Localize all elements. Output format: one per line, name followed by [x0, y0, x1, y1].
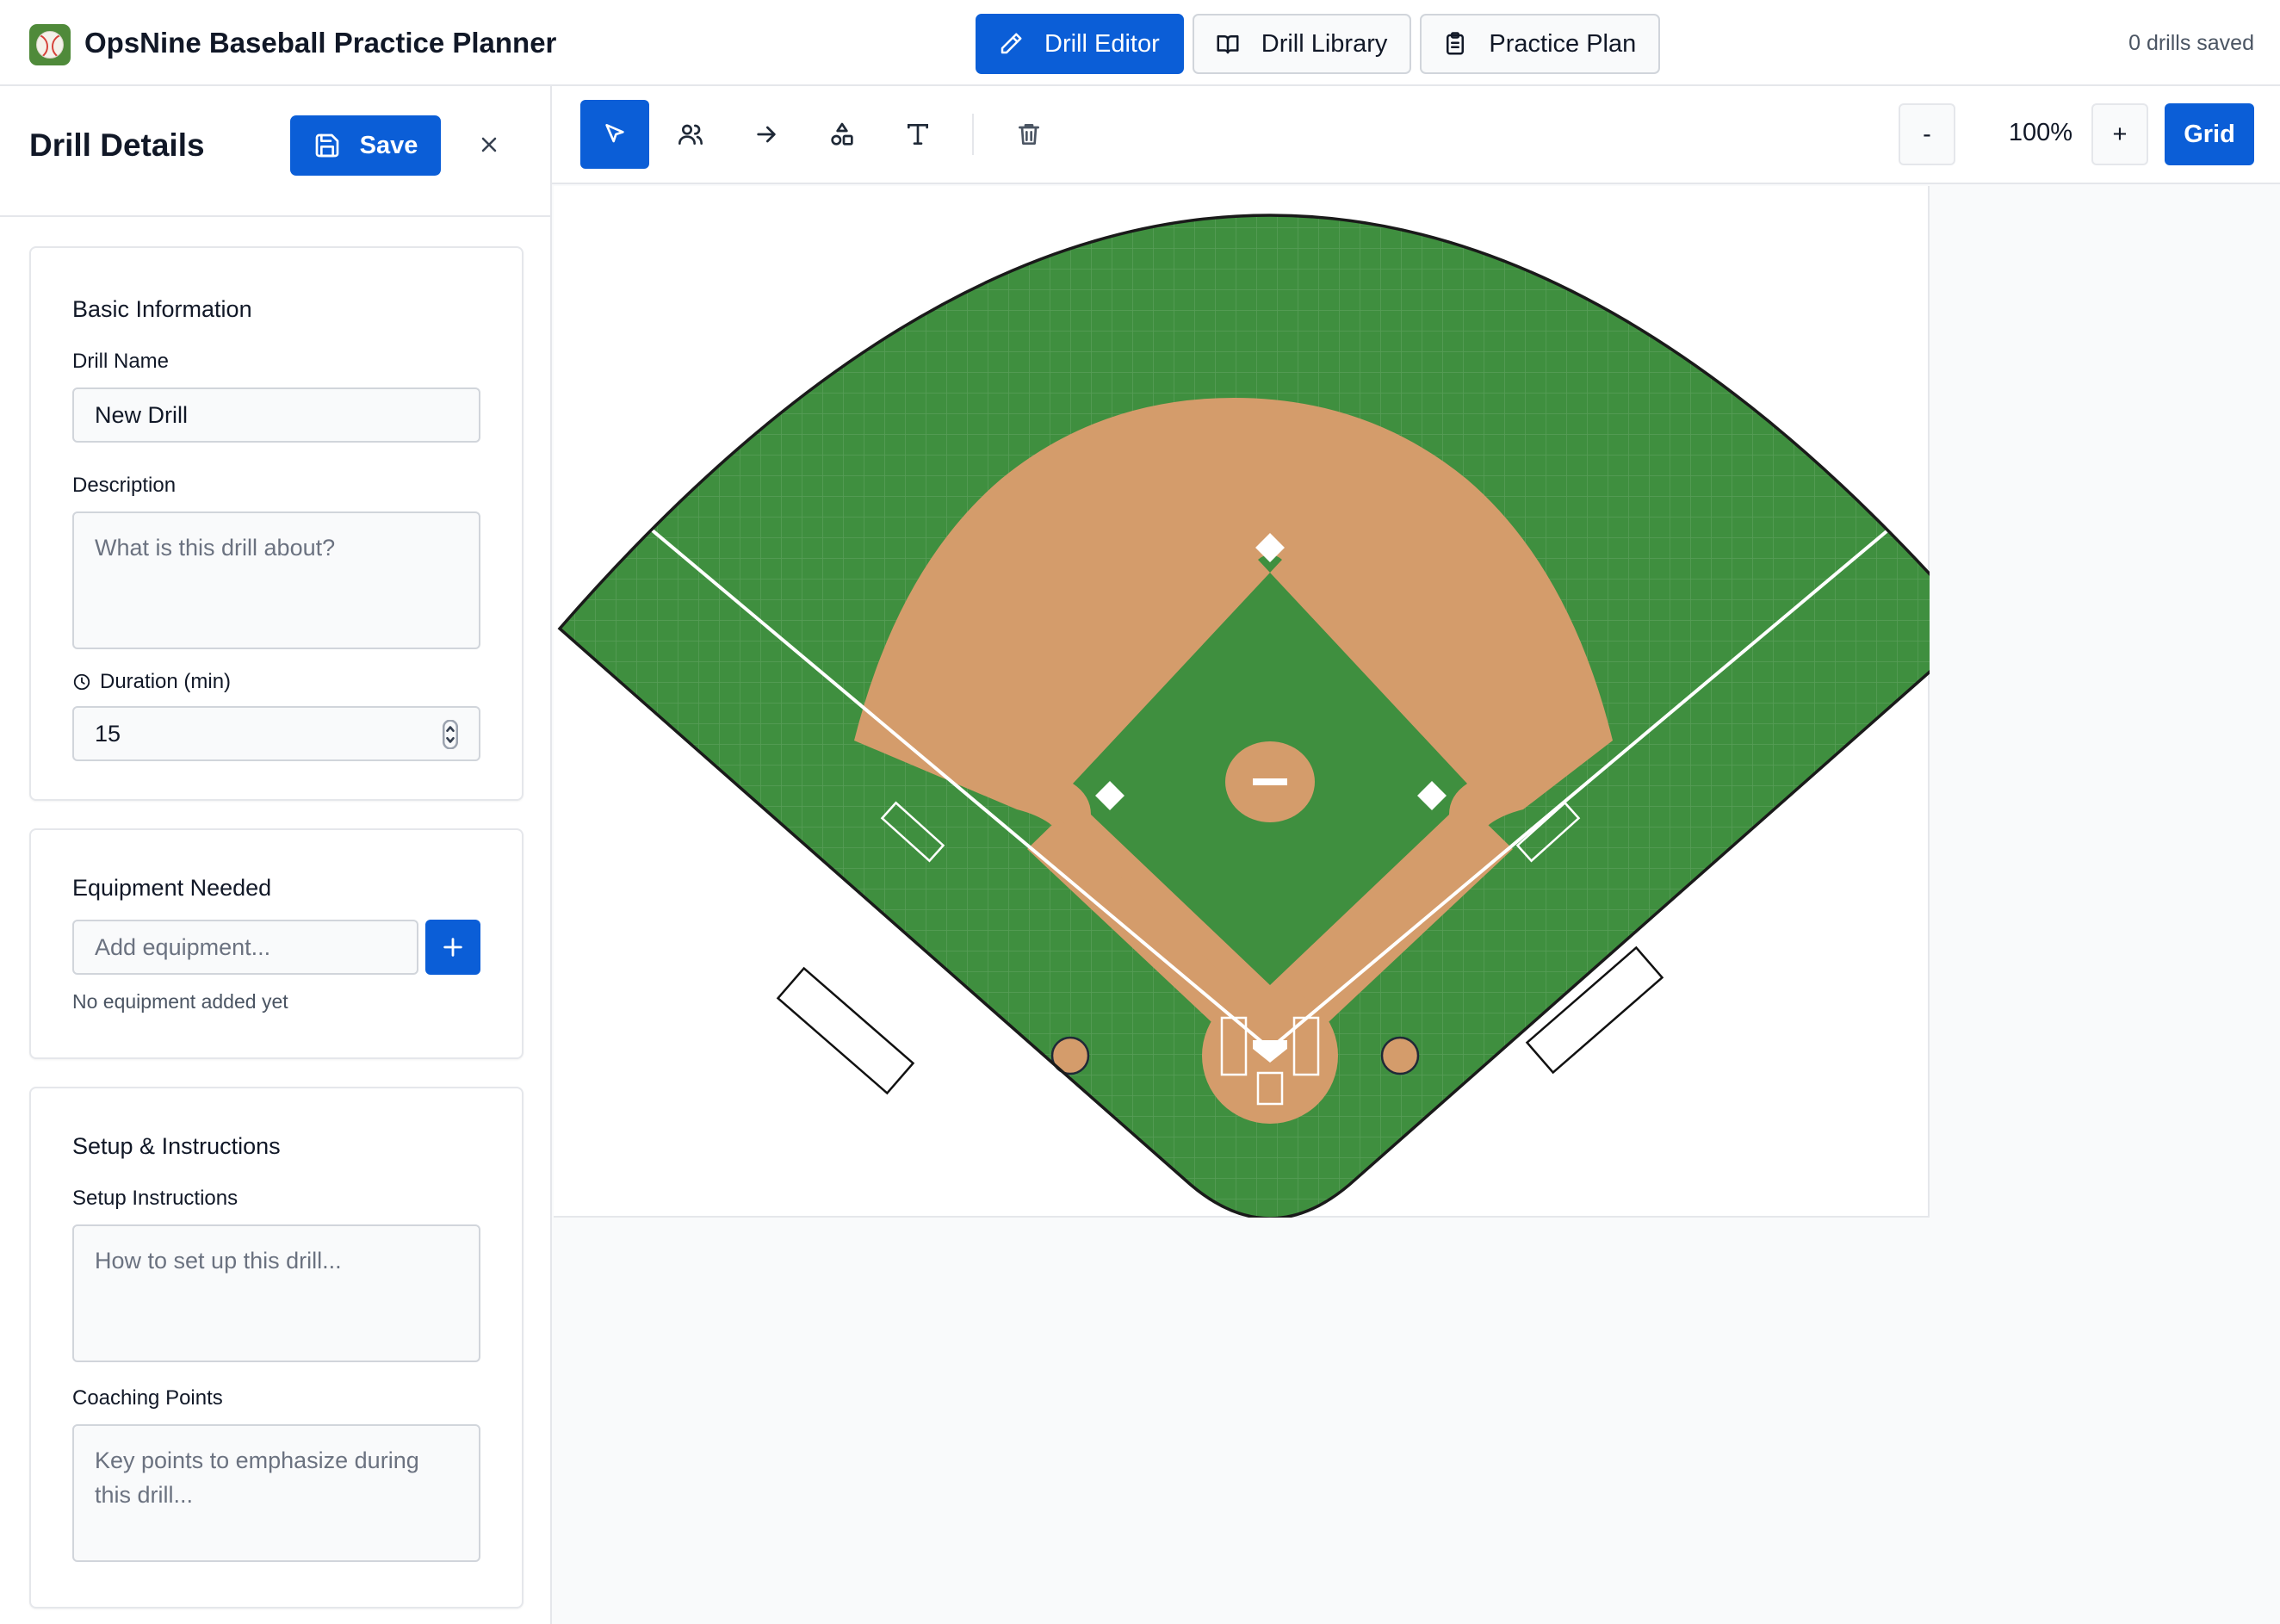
description-textarea[interactable]: What is this drill about?: [72, 511, 480, 649]
drill-details-sidebar: Drill Details Save Basic Information Dri…: [0, 86, 552, 1624]
zoom-in-button[interactable]: +: [2091, 103, 2148, 165]
delete-tool-button[interactable]: [994, 100, 1063, 169]
close-sidebar-button[interactable]: [472, 127, 506, 162]
drill-name-input[interactable]: New Drill: [72, 387, 480, 443]
duration-label: Duration (min): [100, 670, 232, 693]
duration-value: 15: [95, 720, 121, 747]
tab-drill-library-label: Drill Library: [1261, 29, 1388, 58]
duration-input[interactable]: 15: [72, 706, 480, 761]
coaching-points-textarea[interactable]: Key points to emphasize during this dril…: [72, 1424, 480, 1562]
shapes-tool-button[interactable]: [808, 100, 877, 169]
sidebar-header: Drill Details Save: [0, 86, 550, 217]
users-icon: [678, 124, 703, 145]
cursor-pointer-icon: [605, 124, 624, 143]
setup-instructions-placeholder: How to set up this drill...: [95, 1248, 342, 1274]
sidebar-title: Drill Details: [29, 127, 205, 163]
third-base-dugout: [776, 966, 915, 1095]
pitchers-rubber: [1253, 778, 1287, 785]
drill-name-label: Drill Name: [72, 350, 170, 373]
setup-instructions-textarea[interactable]: How to set up this drill...: [72, 1224, 480, 1362]
drill-name-value: New Drill: [95, 401, 188, 428]
coaching-points-label: Coaching Points: [72, 1386, 223, 1410]
description-placeholder: What is this drill about?: [95, 535, 336, 561]
close-icon: [481, 137, 497, 152]
grid-toggle-button[interactable]: Grid: [2165, 103, 2254, 165]
players-tool-button[interactable]: [656, 100, 725, 169]
setup-instructions-title: Setup & Instructions: [72, 1133, 281, 1159]
save-icon: [315, 133, 338, 158]
add-equipment-placeholder: Add equipment...: [95, 933, 271, 960]
number-stepper-icon[interactable]: [443, 720, 458, 749]
tab-practice-plan-label: Practice Plan: [1489, 29, 1637, 58]
arrow-tool-button[interactable]: [732, 100, 801, 169]
arrow-right-icon: [757, 126, 776, 143]
trash-icon: [1019, 124, 1039, 145]
pencil-icon: [1001, 33, 1022, 54]
save-button-label: Save: [359, 131, 418, 159]
equipment-title: Equipment Needed: [72, 875, 272, 901]
text-tool-button[interactable]: [883, 100, 952, 169]
toolbar-divider: [972, 114, 974, 155]
save-button[interactable]: Save: [290, 115, 441, 176]
zoom-out-button[interactable]: -: [1899, 103, 1955, 165]
add-equipment-input[interactable]: Add equipment...: [72, 920, 418, 975]
basic-information-card: Basic Information Drill Name New Drill D…: [29, 246, 524, 801]
plus-icon: [443, 938, 462, 957]
select-tool-button[interactable]: [580, 100, 649, 169]
tab-drill-editor-label: Drill Editor: [1044, 29, 1160, 58]
tab-drill-library[interactable]: Drill Library: [1192, 14, 1412, 74]
equipment-empty-note: No equipment added yet: [72, 990, 288, 1013]
coaching-points-placeholder: Key points to emphasize during this dril…: [95, 1447, 419, 1508]
app-title: OpsNine Baseball Practice Planner: [84, 27, 557, 59]
duration-label-row: Duration (min): [72, 670, 231, 694]
setup-instructions-label: Setup Instructions: [72, 1187, 239, 1210]
shapes-icon: [831, 122, 853, 146]
baseball-field-diagram: [557, 214, 1930, 1218]
main-tabs: Drill Editor Drill Library Practice Plan: [976, 14, 1661, 74]
basic-information-title: Basic Information: [72, 296, 252, 322]
book-icon: [1217, 35, 1239, 54]
drill-canvas[interactable]: [554, 186, 1930, 1218]
tab-practice-plan[interactable]: Practice Plan: [1420, 14, 1661, 74]
app-header: OpsNine Baseball Practice Planner Drill …: [0, 0, 2280, 86]
zoom-level: 100%: [2008, 119, 2073, 146]
equipment-card: Equipment Needed Add equipment... No equ…: [29, 828, 524, 1059]
clipboard-icon: [1447, 32, 1465, 55]
text-icon: [908, 124, 928, 145]
description-label: Description: [72, 474, 177, 497]
canvas-toolbar: - 100% + Grid: [552, 86, 2280, 184]
setup-instructions-card: Setup & Instructions Setup Instructions …: [29, 1087, 524, 1609]
add-equipment-button[interactable]: [425, 920, 480, 975]
baseball-logo-icon: [29, 24, 71, 65]
clock-icon: [73, 673, 90, 691]
on-deck-circle-right: [1380, 1036, 1420, 1075]
canvas-workspace: [552, 184, 2280, 1624]
tab-drill-editor[interactable]: Drill Editor: [976, 14, 1184, 74]
drills-saved-count: 0 drills saved: [2128, 31, 2254, 55]
